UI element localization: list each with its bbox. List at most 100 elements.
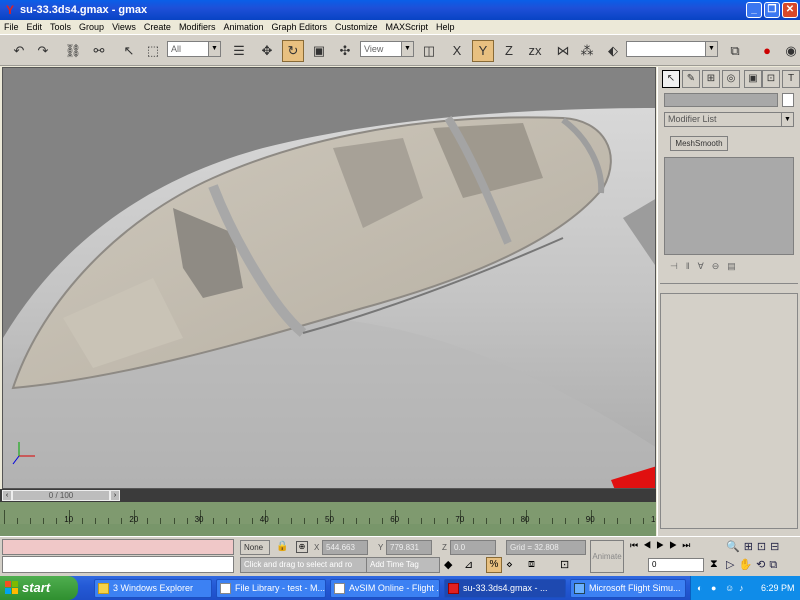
- restrict-z-icon[interactable]: Z: [498, 40, 520, 62]
- motion-tab-icon[interactable]: ◎: [722, 70, 740, 88]
- perspective-viewport[interactable]: [2, 67, 656, 489]
- taskbar-button-avsim[interactable]: AvSIM Online - Flight ...: [330, 579, 440, 598]
- percent-snap-icon[interactable]: %: [486, 557, 502, 573]
- x-coordinate-field[interactable]: 544.663: [322, 540, 368, 555]
- menu-maxscript[interactable]: MAXScript: [382, 22, 433, 32]
- object-color-swatch[interactable]: [782, 93, 794, 107]
- taskbar-button-file-library[interactable]: File Library - test - M...: [216, 579, 326, 598]
- current-frame-field[interactable]: 0: [648, 558, 704, 572]
- start-button[interactable]: start: [0, 576, 78, 600]
- rotate-icon[interactable]: ↻: [282, 40, 304, 62]
- go-to-end-icon[interactable]: ⏭: [682, 540, 695, 550]
- restore-button[interactable]: ❐: [764, 2, 780, 18]
- taskbar-button-gmax[interactable]: su-33.3ds4.gmax - ...: [444, 579, 566, 598]
- spinner-snap-icon[interactable]: ⋄: [506, 558, 513, 571]
- region-select-icon[interactable]: ⬚: [142, 40, 164, 62]
- menu-graph-editors[interactable]: Graph Editors: [267, 22, 331, 32]
- tray-shield-icon[interactable]: ●: [711, 576, 716, 600]
- close-button[interactable]: ✕: [782, 2, 798, 18]
- show-end-result-icon[interactable]: ‖: [686, 261, 698, 271]
- reference-coord-dropdown[interactable]: View ▼: [360, 41, 414, 57]
- lock-selection-icon[interactable]: 🔒: [276, 541, 288, 552]
- field-of-view-icon[interactable]: ▷: [726, 559, 738, 571]
- menu-help[interactable]: Help: [432, 22, 459, 32]
- tray-messenger-icon[interactable]: ☺: [725, 576, 734, 600]
- menu-create[interactable]: Create: [140, 22, 175, 32]
- maxscript-listener-pink[interactable]: [2, 539, 234, 555]
- modifier-list-dropdown[interactable]: Modifier List ▼: [664, 112, 794, 127]
- arc-rotate-icon[interactable]: ⟲: [756, 559, 769, 571]
- select-object-icon[interactable]: ↖: [118, 40, 140, 62]
- tools-tab-icon[interactable]: T: [782, 70, 800, 88]
- remove-modifier-icon[interactable]: ⊖: [712, 261, 728, 271]
- pivot-icon[interactable]: ✣: [334, 40, 356, 62]
- degradation-override-icon[interactable]: ⊡: [560, 558, 569, 571]
- menu-edit[interactable]: Edit: [23, 22, 47, 32]
- menu-views[interactable]: Views: [108, 22, 140, 32]
- array-icon[interactable]: ⁂: [576, 40, 598, 62]
- modify-tab-icon[interactable]: ✎: [682, 70, 700, 88]
- restrict-y-icon[interactable]: Y: [472, 40, 494, 62]
- create-tab-icon[interactable]: ↖: [662, 70, 680, 88]
- angle-snap-icon[interactable]: ⊿: [464, 558, 473, 571]
- time-config-icon[interactable]: ⧗: [710, 558, 718, 571]
- make-unique-icon[interactable]: ∀: [698, 261, 712, 271]
- snap-toggle-icon[interactable]: ◆: [444, 558, 452, 571]
- next-frame-icon[interactable]: ▶: [669, 540, 682, 550]
- taskbar-button-explorer[interactable]: 3 Windows Explorer: [94, 579, 212, 598]
- pin-stack-icon[interactable]: ⊣: [670, 261, 686, 271]
- menu-animation[interactable]: Animation: [219, 22, 267, 32]
- link-icon[interactable]: ⛓: [62, 40, 84, 62]
- restrict-x-icon[interactable]: X: [446, 40, 468, 62]
- time-slider[interactable]: 0 / 100 ‹ ›: [0, 489, 656, 502]
- tray-volume-icon[interactable]: ♪: [739, 576, 744, 600]
- tray-clock[interactable]: 6:29 PM: [761, 576, 795, 600]
- utilities-tab-icon[interactable]: ⊡: [762, 70, 780, 88]
- display-tab-icon[interactable]: ▣: [744, 70, 762, 88]
- quick-render-icon[interactable]: ◉: [780, 40, 800, 62]
- selection-filter-dropdown[interactable]: All ▼: [167, 41, 221, 57]
- go-to-start-icon[interactable]: ⏮: [630, 540, 643, 550]
- mirror-icon[interactable]: ⋈: [552, 40, 574, 62]
- restrict-plane-icon[interactable]: zx: [522, 40, 548, 62]
- minimize-button[interactable]: _: [746, 2, 762, 18]
- menu-customize[interactable]: Customize: [331, 22, 382, 32]
- menu-file[interactable]: File: [0, 22, 23, 32]
- add-time-tag-field[interactable]: Add Time Tag: [366, 557, 440, 573]
- undo-icon[interactable]: ↶: [8, 40, 30, 62]
- configure-sets-icon[interactable]: ▤: [727, 261, 744, 271]
- scale-icon[interactable]: ▣: [308, 40, 330, 62]
- time-slider-thumb[interactable]: 0 / 100: [12, 490, 110, 501]
- z-coordinate-field[interactable]: 0.0: [450, 540, 496, 555]
- modifier-stack-item[interactable]: MeshSmooth: [670, 136, 728, 151]
- pan-icon[interactable]: ✋: [738, 559, 756, 571]
- taskbar-button-flight-sim[interactable]: Microsoft Flight Simu...: [570, 579, 686, 598]
- unlink-icon[interactable]: ⚯: [88, 40, 110, 62]
- hierarchy-tab-icon[interactable]: ⊞: [702, 70, 720, 88]
- zoom-all-icon[interactable]: ⊞: [744, 541, 757, 553]
- modifier-stack-list[interactable]: [664, 157, 794, 255]
- play-icon[interactable]: ▶: [656, 540, 669, 550]
- named-selection-dropdown[interactable]: ▼: [626, 41, 718, 57]
- menu-tools[interactable]: Tools: [46, 22, 75, 32]
- tray-network-icon[interactable]: ◐: [697, 576, 702, 600]
- absolute-mode-icon[interactable]: ⊕: [296, 541, 308, 553]
- align-icon[interactable]: ⬖: [602, 40, 624, 62]
- pivot-center-icon[interactable]: ◫: [418, 40, 440, 62]
- y-coordinate-field[interactable]: 779.831: [386, 540, 432, 555]
- track-view-icon[interactable]: ⧉: [724, 40, 746, 62]
- next-frame-arrow-icon[interactable]: ›: [110, 490, 120, 501]
- object-name-field[interactable]: [664, 93, 778, 107]
- render-icon[interactable]: ●: [756, 40, 778, 62]
- maxscript-listener-white[interactable]: [2, 556, 234, 573]
- move-icon[interactable]: ✥: [256, 40, 278, 62]
- select-by-name-icon[interactable]: ☰: [228, 40, 250, 62]
- menu-modifiers[interactable]: Modifiers: [175, 22, 220, 32]
- track-bar[interactable]: 10 20 30 40 50 60 70 80 90 10: [0, 502, 656, 536]
- menu-group[interactable]: Group: [75, 22, 108, 32]
- animate-button[interactable]: Animate: [590, 540, 624, 573]
- window-crossing-icon[interactable]: ⧈: [528, 558, 535, 571]
- previous-frame-icon[interactable]: ◀: [643, 540, 656, 550]
- zoom-extents-icon[interactable]: ⊡: [757, 541, 770, 553]
- maximize-viewport-icon[interactable]: ⧉: [769, 559, 781, 571]
